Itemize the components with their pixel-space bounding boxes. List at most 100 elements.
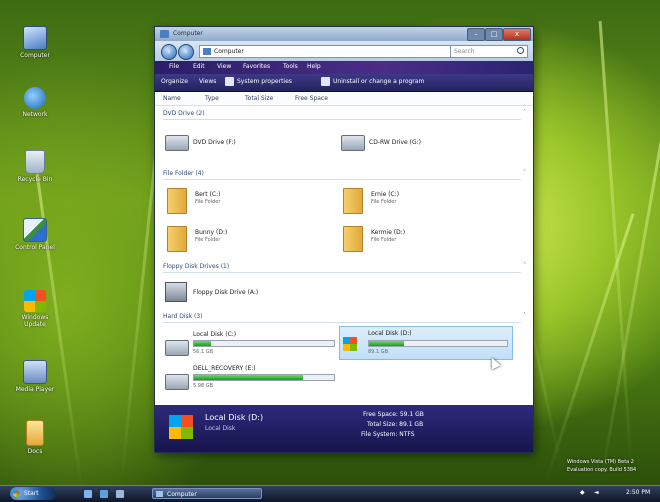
group-header-folders[interactable]: File Folder (4) [163, 170, 204, 177]
folder-icon [343, 226, 363, 252]
minimize-button[interactable]: – [467, 28, 485, 41]
forward-button[interactable]: › [178, 44, 194, 60]
desktop-icon-network[interactable]: Network [10, 87, 60, 118]
explorer-window[interactable]: Computer – □ x ‹ › Computer Search File … [155, 27, 533, 452]
desktop-icon-recycle-bin[interactable]: Recycle Bin [10, 150, 60, 183]
computer-icon [160, 30, 169, 38]
details-free-space: Free Space: 59.1 GB [363, 411, 424, 418]
menu-view[interactable]: View [217, 63, 231, 70]
item-name: CD-RW Drive (G:) [369, 139, 421, 146]
group-header-dvd[interactable]: DVD Drive (2) [163, 110, 205, 117]
computer-icon [156, 491, 163, 497]
item-size: 5.98 GB [193, 383, 214, 389]
desktop-icon-docs[interactable]: Docs [10, 420, 60, 455]
chevron-up-icon[interactable]: ˄ [523, 109, 526, 116]
folder-item[interactable]: Bunny (D:) File Folder [167, 226, 307, 254]
volume-tray-icon[interactable]: ◄ [594, 489, 599, 496]
ie-icon[interactable] [100, 490, 108, 498]
disk-item-selected[interactable]: Local Disk (D:) 89.1 GB [339, 326, 513, 360]
menu-help[interactable]: Help [307, 63, 321, 70]
switch-windows-icon[interactable] [116, 490, 124, 498]
desktop-icon-label: Computer [20, 52, 50, 59]
back-button[interactable]: ‹ [161, 44, 177, 60]
show-desktop-icon[interactable] [84, 490, 92, 498]
group-header-floppy[interactable]: Floppy Disk Drives (1) [163, 263, 229, 270]
dvd-drive-icon [165, 135, 189, 151]
maximize-button[interactable]: □ [485, 28, 503, 41]
desktop-icon-label: Media Player [15, 386, 55, 393]
recycle-bin-icon [25, 150, 45, 174]
computer-icon [23, 26, 47, 50]
desktop-icon-windows-update[interactable]: Windows Update [10, 290, 60, 328]
clock[interactable]: 2:50 PM [626, 489, 650, 496]
item-name: Floppy Disk Drive (A:) [193, 289, 259, 296]
folder-item[interactable]: Bert (C:) File Folder [167, 188, 307, 216]
taskbar-button-computer[interactable]: Computer [152, 488, 262, 499]
window-title: Computer [173, 30, 203, 37]
disk-item[interactable]: DELL_RECOVERY (E:) 5.98 GB [165, 362, 337, 392]
uninstall-program-button[interactable]: Uninstall or change a program [333, 78, 424, 85]
item-name: DELL_RECOVERY (E:) [193, 365, 256, 372]
disk-usage-bar [193, 374, 335, 381]
desktop-icon-computer[interactable]: Computer [10, 26, 60, 59]
disk-usage-bar [368, 340, 508, 347]
details-type: Local Disk [205, 425, 236, 432]
item-type: File Folder [195, 237, 221, 243]
column-type[interactable]: Type [205, 95, 219, 102]
watermark-line: Evaluation copy. Build 5384 [567, 467, 637, 473]
taskbar-button-label: Computer [167, 491, 197, 498]
menu-file[interactable]: File [169, 63, 179, 70]
organize-button[interactable]: Organize [161, 78, 188, 85]
desktop-icon-control-panel[interactable]: Control Panel [10, 218, 60, 251]
folder-item[interactable]: Kermie (D:) File Folder [343, 226, 483, 254]
chevron-up-icon[interactable]: ˄ [523, 169, 526, 176]
disk-item[interactable]: Local Disk (C:) 56.1 GB [165, 328, 337, 358]
item-type: File Folder [195, 199, 221, 205]
desktop-icon-label: Control Panel [15, 244, 55, 251]
address-text: Computer [214, 48, 244, 55]
item-type: File Folder [371, 237, 397, 243]
item-size: 56.1 GB [193, 349, 214, 355]
system-properties-button[interactable]: System properties [237, 78, 292, 85]
command-bar: Organize Views System properties Uninsta… [155, 74, 533, 92]
column-free-space[interactable]: Free Space [295, 95, 328, 102]
window-titlebar[interactable]: Computer – □ x [155, 27, 533, 41]
desktop-icon-label: Windows Update [21, 314, 49, 328]
column-name[interactable]: Name [163, 95, 181, 102]
desktop-icon-media[interactable]: Media Player [10, 360, 60, 393]
details-total-size: Total Size: 89.1 GB [367, 421, 424, 428]
menu-favorites[interactable]: Favorites [243, 63, 270, 70]
group-divider [163, 322, 521, 323]
column-header: Name Type Total Size Free Space [155, 92, 533, 106]
address-field[interactable]: Computer [199, 45, 455, 58]
disk-usage-fill [194, 341, 211, 346]
group-header-hard-disk[interactable]: Hard Disk (3) [163, 313, 203, 320]
chevron-up-icon[interactable]: ˄ [523, 262, 526, 269]
search-icon[interactable] [517, 47, 524, 54]
menu-tools[interactable]: Tools [283, 63, 298, 70]
folder-icon [26, 420, 44, 446]
column-total-size[interactable]: Total Size [245, 95, 273, 102]
drive-item[interactable]: CD-RW Drive (G:) [341, 131, 481, 155]
windows-drive-icon [343, 337, 357, 351]
network-tray-icon[interactable]: ◆ [580, 489, 585, 496]
windows-drive-icon [169, 415, 193, 439]
details-name: Local Disk (D:) [205, 413, 264, 422]
views-button[interactable]: Views [199, 78, 216, 85]
close-button[interactable]: x [503, 28, 531, 41]
cd-drive-icon [341, 135, 365, 151]
search-input[interactable]: Search [450, 45, 528, 58]
folder-icon [167, 226, 187, 252]
menu-edit[interactable]: Edit [193, 63, 205, 70]
floppy-item[interactable]: Floppy Disk Drive (A:) [165, 282, 325, 306]
floppy-drive-icon [165, 282, 187, 302]
group-divider [163, 119, 521, 120]
folder-item[interactable]: Ernie (C:) File Folder [343, 188, 483, 216]
item-name: Ernie (C:) [371, 191, 400, 198]
start-button[interactable]: Start [10, 487, 56, 500]
folder-icon [343, 188, 363, 214]
drive-item[interactable]: DVD Drive (F:) [165, 131, 305, 155]
menu-bar: File Edit View Favorites Tools Help [155, 61, 533, 74]
chevron-up-icon[interactable]: ˄ [523, 312, 526, 319]
details-pane: Local Disk (D:) Local Disk Free Space: 5… [155, 405, 533, 452]
